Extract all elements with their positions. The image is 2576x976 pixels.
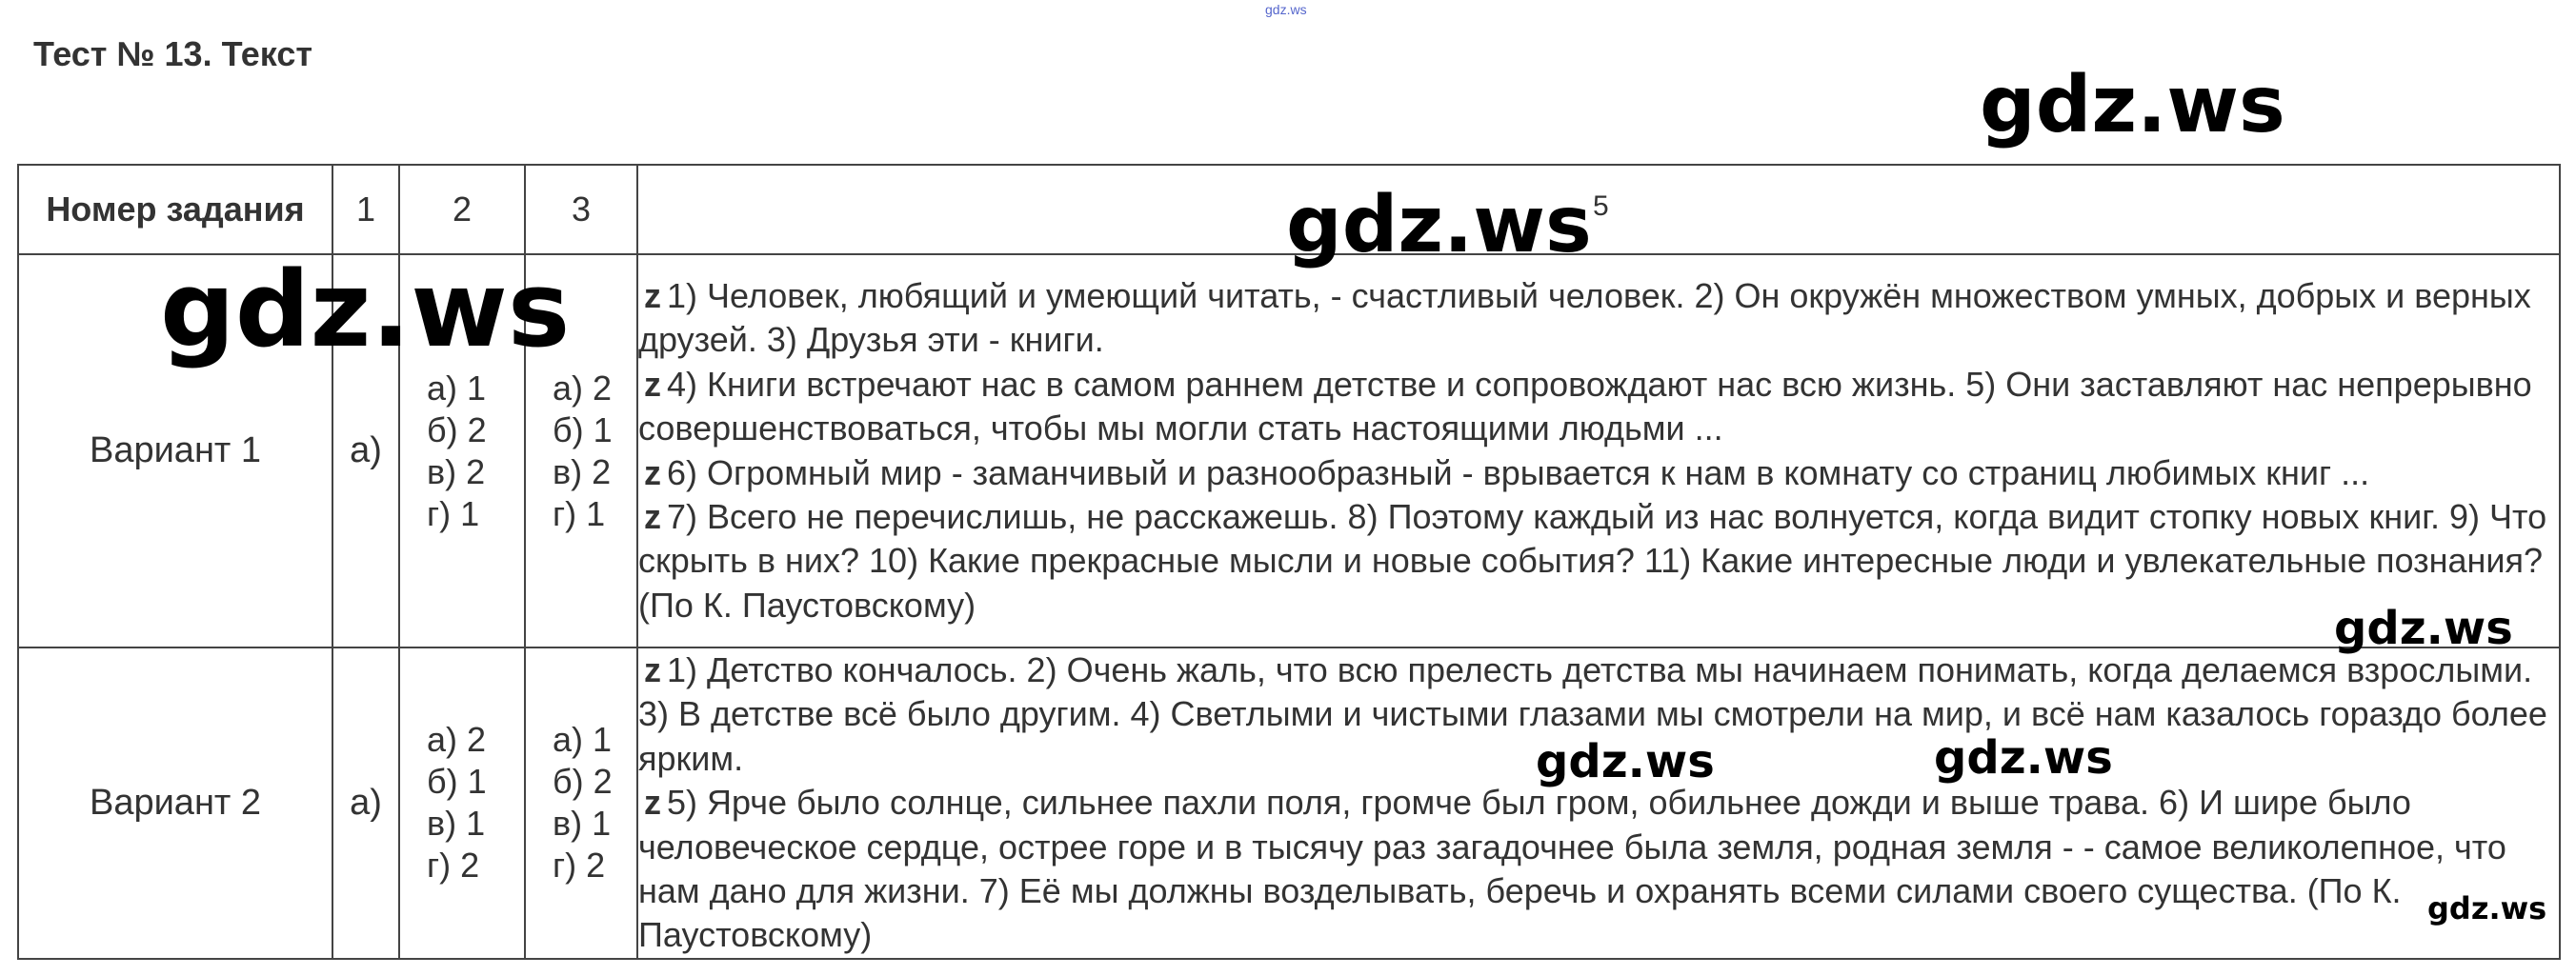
list-item: б) 2 [427, 409, 487, 449]
paragraph-marker: z [644, 452, 661, 492]
watermark: gdz.ws [1980, 60, 2285, 150]
task-1-answer: а) [332, 647, 400, 960]
task-5-text: z 1) Детство кончалось. 2) Очень жаль, чт… [636, 647, 2561, 960]
watermark: gdz.ws [2427, 890, 2547, 926]
text-paragraph: z 6) Огромный мир - заманчивый и разнообр… [638, 451, 2559, 495]
list-item: б) 1 [427, 762, 487, 802]
paragraph-marker: z [644, 364, 661, 404]
list-item: г) 1 [427, 493, 480, 533]
list-item: б) 1 [553, 409, 613, 449]
text-paragraph: z 4) Книги встречают нас в самом раннем д… [638, 363, 2559, 451]
task-3-answers: а) 1 б) 2 в) 1 г) 2 [524, 647, 638, 960]
paragraph-marker: z [644, 783, 661, 823]
list-item: г) 2 [553, 846, 606, 886]
task-5-text: z 1) Человек, любящий и умеющий читать, -… [636, 253, 2561, 648]
list-item: г) 1 [553, 493, 606, 533]
page-title: Тест № 13. Текст [33, 34, 312, 73]
paragraph-marker: z [644, 496, 661, 536]
header-col-5: 5 [636, 164, 2561, 255]
header-col-2: 2 [398, 164, 526, 255]
text-paragraph: z 7) Всего не перечислишь, не расскажешь.… [638, 495, 2559, 627]
watermark: gdz.ws [1286, 180, 1592, 270]
list-item: а) 1 [427, 368, 487, 408]
paragraph-marker: z [644, 650, 661, 689]
text-paragraph: z 5) Ярче было солнце, сильнее пахли поля… [638, 781, 2559, 958]
list-item: а) 2 [553, 368, 613, 408]
watermark: gdz.ws [2334, 602, 2513, 655]
table-row: Вариант 2 а) а) 2 б) 1 в) 1 г) 2 а) 1 б)… [17, 647, 2561, 960]
site-watermark-small: gdz.ws [1265, 2, 1307, 17]
header-col-5-label: 5 [1593, 190, 1609, 222]
list-item: г) 2 [427, 846, 480, 886]
paragraph-text: 7) Всего не перечислишь, не расскажешь. … [638, 496, 2547, 625]
list-item: а) 1 [553, 720, 613, 760]
paragraph-text: 4) Книги встречают нас в самом раннем де… [638, 364, 2532, 448]
paragraph-text: 1) Человек, любящий и умеющий читать, - … [638, 275, 2531, 360]
list-item: в) 1 [553, 804, 612, 844]
list-item: в) 2 [553, 451, 612, 491]
header-task-number: Номер задания [17, 164, 333, 255]
watermark: gdz.ws [160, 249, 571, 370]
header-col-3: 3 [524, 164, 638, 255]
list-item: а) 2 [427, 720, 487, 760]
list-item: в) 1 [427, 804, 486, 844]
variant-label: Вариант 2 [17, 647, 333, 960]
watermark: gdz.ws [1934, 731, 2113, 785]
paragraph-marker: z [644, 275, 661, 315]
paragraph-text: 5) Ярче было солнце, сильнее пахли поля,… [638, 783, 2506, 955]
list-item: в) 2 [427, 451, 486, 491]
paragraph-text: 6) Огромный мир - заманчивый и разнообра… [667, 452, 2370, 492]
task-2-answers: а) 2 б) 1 в) 1 г) 2 [398, 647, 526, 960]
watermark: gdz.ws [1536, 735, 1715, 788]
header-col-1: 1 [332, 164, 400, 255]
text-paragraph: z 1) Человек, любящий и умеющий читать, -… [638, 274, 2559, 363]
list-item: б) 2 [553, 762, 613, 802]
